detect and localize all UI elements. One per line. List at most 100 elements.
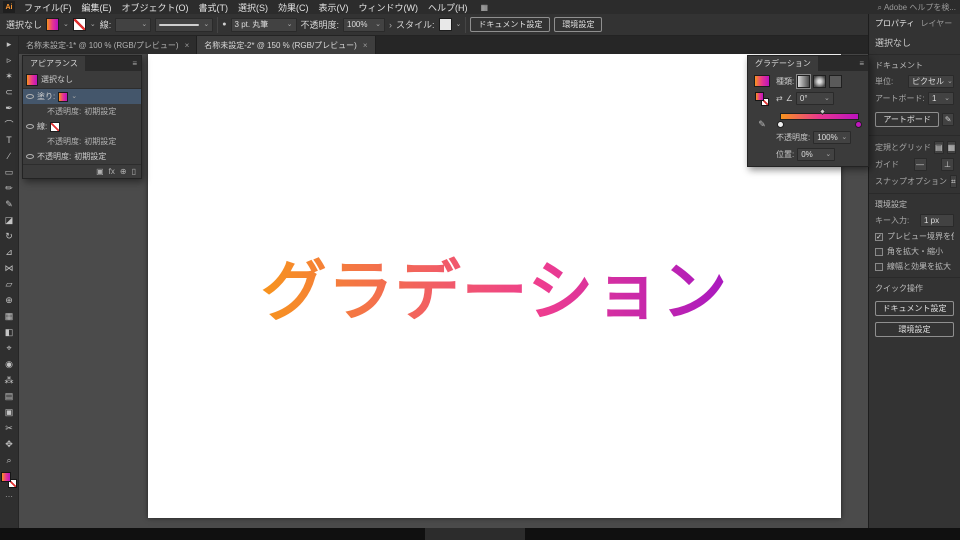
key-input-field[interactable]: 1 px (920, 214, 954, 227)
flyout-chevron-icon[interactable]: › (389, 20, 392, 30)
opacity-value-link[interactable]: 初期設定 (84, 136, 116, 147)
opacity-value-link[interactable]: 初期設定 (74, 151, 106, 162)
gradient-panel-tab[interactable]: グラデーション (748, 56, 818, 71)
menu-item[interactable]: 選択(S) (233, 1, 273, 14)
stroke-color-swatch[interactable] (72, 18, 86, 31)
stroke-row-swatch[interactable] (50, 121, 61, 132)
tool-button[interactable]: ✶ (0, 68, 19, 84)
checkbox-row[interactable]: ✓ プレビュー境界を使用 (875, 231, 954, 242)
menu-item[interactable]: ウィンドウ(W) (354, 1, 424, 14)
document-setup-button[interactable]: ドキュメント設定 (470, 17, 551, 32)
angle-dropdown[interactable]: 0° ⌄ (795, 92, 834, 105)
tool-button[interactable]: ⊕ (0, 292, 19, 308)
gradient-slider[interactable] (776, 107, 863, 128)
menu-item[interactable]: オブジェクト(O) (117, 1, 194, 14)
reverse-gradient-icon[interactable]: ⇄ (776, 94, 783, 103)
linear-gradient-type-button[interactable] (796, 74, 812, 89)
tool-button[interactable]: ✥ (0, 436, 19, 452)
close-icon[interactable]: × (185, 41, 190, 50)
brush-dropdown[interactable]: 3 pt. 丸筆 ⌄ (230, 17, 297, 32)
tool-button[interactable]: ⌕ (0, 452, 19, 468)
fill-mini-swatch[interactable] (755, 92, 764, 101)
menu-item[interactable]: ファイル(F) (19, 1, 77, 14)
eyedropper-icon[interactable]: ✎ (758, 119, 766, 130)
snap-to-point-icon[interactable]: ⌗ (950, 175, 957, 188)
object-opacity-row[interactable]: 不透明度: 初期設定 (23, 149, 141, 164)
quick-preferences-button[interactable]: 環境設定 (875, 322, 954, 337)
tool-button[interactable]: ▤ (0, 388, 19, 404)
tool-button[interactable]: ▱ (0, 276, 19, 292)
visibility-eye-icon[interactable] (26, 94, 34, 99)
tool-button[interactable]: ▸ (0, 36, 19, 52)
radial-gradient-type-button[interactable] (813, 75, 827, 88)
visibility-eye-icon[interactable] (26, 154, 34, 159)
edit-icon[interactable]: ✎ (942, 113, 954, 126)
show-guides-icon[interactable]: — (913, 158, 927, 171)
opacity-value-link[interactable]: 初期設定 (84, 106, 116, 117)
quick-document-setup-button[interactable]: ドキュメント設定 (875, 301, 954, 316)
opacity-dropdown[interactable]: 100% ⌄ (343, 17, 386, 32)
stroke-width-dropdown[interactable]: ⌄ (115, 17, 152, 32)
gradient-position-dropdown[interactable]: 0% ⌄ (797, 148, 836, 161)
checkbox-row[interactable]: 角を拡大・縮小 (875, 246, 954, 257)
tool-button[interactable]: ▹ (0, 52, 19, 68)
fill-color-swatch[interactable] (46, 18, 60, 31)
tool-button[interactable]: T (0, 132, 19, 148)
grid-icon[interactable]: ▦ (946, 141, 957, 154)
fill-indicator-swatch[interactable] (1, 472, 11, 482)
gradient-opacity-dropdown[interactable]: 100% ⌄ (813, 131, 852, 144)
document-tab[interactable]: 名称未設定-1* @ 100 % (RGB/プレビュー) × (19, 36, 198, 54)
tool-button[interactable]: ⁂ (0, 372, 19, 388)
tool-button[interactable]: ▭ (0, 164, 19, 180)
canvas[interactable]: グラデーション (19, 54, 868, 528)
checkbox-row[interactable]: 線幅と効果を拡大・縮小 (875, 261, 954, 272)
appearance-panel-tab[interactable]: アピアランス (23, 56, 85, 71)
workspace-switcher-icon[interactable]: ▦ (481, 3, 489, 12)
tab-properties[interactable]: プロパティ (875, 18, 915, 29)
artboard[interactable]: グラデーション (148, 54, 841, 518)
caret-down-icon[interactable]: ⌄ (71, 93, 77, 100)
tool-button[interactable]: ∕ (0, 148, 19, 164)
gradient-slider-bar[interactable] (780, 113, 859, 120)
appearance-fill-row[interactable]: 塗り: ⌄ (23, 89, 141, 104)
style-caret-icon[interactable]: ⌄ (456, 21, 462, 28)
appearance-stroke-row[interactable]: 線: (23, 119, 141, 134)
fill-opacity-row[interactable]: 不透明度: 初期設定 (23, 104, 141, 119)
panel-menu-icon[interactable]: ≡ (132, 59, 137, 68)
fill-row-swatch[interactable] (58, 91, 69, 102)
document-tab[interactable]: 名称未設定-2* @ 150 % (RGB/プレビュー) × (197, 36, 376, 54)
tool-button[interactable]: ↻ (0, 228, 19, 244)
tool-button[interactable]: ✎ (0, 196, 19, 212)
edit-artboards-button[interactable]: アートボード (875, 112, 940, 127)
menu-item[interactable]: ヘルプ(H) (423, 1, 473, 14)
width-profile-dropdown[interactable]: ⌄ (155, 17, 214, 32)
gradient-preview-swatch[interactable] (754, 75, 770, 87)
close-icon[interactable]: × (363, 41, 368, 50)
tool-button[interactable]: ⌖ (0, 340, 19, 356)
ruler-icon[interactable]: ▤ (934, 141, 944, 154)
trash-icon[interactable]: ▯ (132, 167, 136, 176)
tool-button[interactable]: ◪ (0, 212, 19, 228)
stroke-caret-icon[interactable]: ⌄ (90, 21, 96, 28)
fill-stroke-mini-widget[interactable] (755, 92, 769, 106)
checkbox[interactable] (875, 247, 883, 256)
more-tools-icon[interactable]: ⋯ (5, 492, 13, 501)
add-effect-fx-icon[interactable]: fx (109, 167, 115, 176)
freeform-gradient-type-button[interactable] (829, 75, 843, 88)
tool-button[interactable]: ⊿ (0, 244, 19, 260)
gradient-end-stop[interactable] (855, 121, 862, 128)
menu-item[interactable]: 編集(E) (77, 1, 117, 14)
new-item-icon[interactable]: ⊕ (120, 167, 127, 176)
menu-item[interactable]: 効果(C) (273, 1, 314, 14)
gradient-start-stop[interactable] (777, 121, 784, 128)
tool-button[interactable]: ✏ (0, 180, 19, 196)
lock-guides-icon[interactable]: ⊥ (941, 158, 954, 171)
unit-dropdown[interactable]: ピクセル ⌄ (908, 75, 954, 88)
checkbox[interactable]: ✓ (875, 232, 883, 241)
preferences-button[interactable]: 環境設定 (554, 17, 603, 32)
menu-item[interactable]: 書式(T) (194, 1, 234, 14)
tool-button[interactable]: ✂ (0, 420, 19, 436)
help-search[interactable]: ⌕ Adobe ヘルプを検... (877, 2, 956, 13)
canvas-text[interactable]: グラデーション (261, 238, 729, 334)
visibility-eye-icon[interactable] (26, 124, 34, 129)
